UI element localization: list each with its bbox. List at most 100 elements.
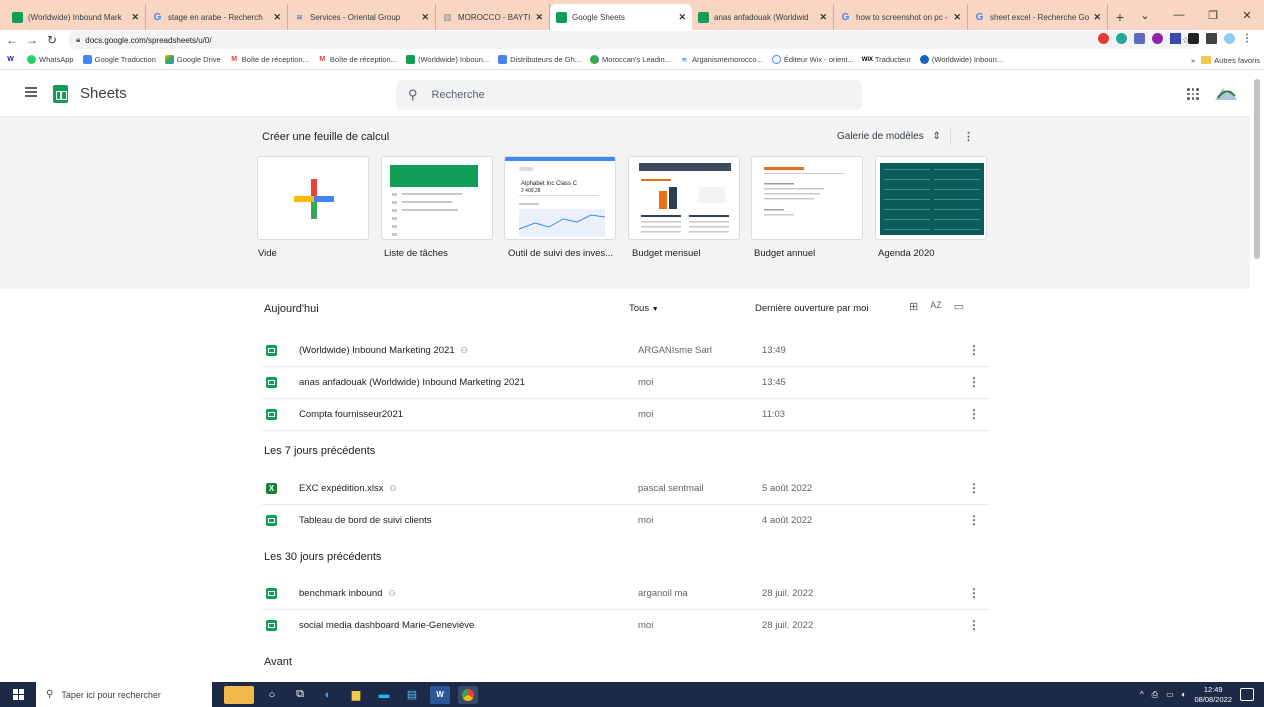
sidepanel-icon[interactable]: [1206, 33, 1217, 44]
close-tab-icon[interactable]: ✕: [819, 12, 827, 23]
edge-icon[interactable]: ◐: [318, 686, 338, 704]
grid-view-icon[interactable]: ⊞: [909, 300, 918, 313]
restore-button[interactable]: ❐: [1196, 9, 1230, 22]
word-icon[interactable]: W: [430, 685, 450, 704]
file-more-icon[interactable]: ⋮: [968, 343, 980, 357]
chrome-menu-icon[interactable]: ⋮: [1242, 33, 1252, 44]
close-tab-icon[interactable]: ✕: [421, 12, 429, 23]
forward-icon[interactable]: →: [24, 33, 40, 47]
bookmark-item[interactable]: Google Drive: [164, 55, 221, 64]
search-input[interactable]: ⚲ Recherche: [396, 80, 862, 110]
bookmark-item[interactable]: Google Traduction: [82, 55, 156, 64]
file-row[interactable]: (Worldwide) Inbound Marketing 2021 ⚇ ARGA…: [262, 335, 990, 367]
browser-tab[interactable]: G sheet excel - Recherche Go ✕: [968, 4, 1108, 30]
page-scrollbar[interactable]: [1250, 71, 1264, 682]
close-tab-icon[interactable]: ✕: [535, 12, 543, 23]
other-bookmarks[interactable]: » Autres favoris: [1184, 50, 1260, 69]
close-tab-icon[interactable]: ✕: [678, 12, 686, 23]
vpn-extension-icon[interactable]: [1170, 33, 1181, 44]
bookmark-item[interactable]: Éditeur Wix - orient...: [771, 55, 854, 64]
grammarly-extension-icon[interactable]: [1116, 33, 1127, 44]
close-tab-icon[interactable]: ✕: [273, 12, 281, 23]
volume-icon[interactable]: 🔈︎: [1182, 690, 1187, 700]
network-icon[interactable]: ▭: [1166, 690, 1174, 699]
back-icon[interactable]: ←: [4, 33, 20, 47]
template-gallery-button[interactable]: Galerie de modèles ⇕: [837, 131, 941, 142]
owner-filter-dropdown[interactable]: Tous ▼: [629, 303, 659, 314]
opera-extension-icon[interactable]: [1098, 33, 1109, 44]
windows-start-button[interactable]: [0, 682, 36, 707]
scrollbar-thumb[interactable]: [1254, 79, 1260, 259]
extension-icon[interactable]: [1134, 33, 1145, 44]
bookmark-item[interactable]: WIX Traducteur: [862, 55, 911, 64]
mail-icon[interactable]: ▤: [402, 686, 422, 704]
folder-picker-icon[interactable]: ▭: [954, 300, 964, 313]
file-row[interactable]: Compta fournisseur2021 moi 11:03 ⋮: [262, 399, 990, 431]
more-bookmarks-icon[interactable]: »: [1191, 56, 1195, 65]
close-tab-icon[interactable]: ✕: [953, 12, 961, 23]
close-tab-icon[interactable]: ✕: [1093, 12, 1101, 23]
bookmark-item[interactable]: Distributeurs de Gh...: [498, 55, 581, 64]
bookmark-item[interactable]: Moroccan's Leadin...: [590, 55, 671, 64]
file-more-icon[interactable]: ⋮: [968, 407, 980, 421]
bookmark-item[interactable]: (Worldwide) Inboun...: [919, 55, 1003, 64]
browser-tab[interactable]: G how to screenshot on pc - ✕: [834, 4, 968, 30]
bookmark-item[interactable]: WhatsApp: [27, 55, 74, 64]
main-menu-icon[interactable]: [25, 87, 37, 97]
sort-az-icon[interactable]: AZ: [930, 300, 942, 313]
file-row[interactable]: anas anfadouak (Worldwide) Inbound Marke…: [262, 367, 990, 399]
file-more-icon[interactable]: ⋮: [968, 513, 980, 527]
file-more-icon[interactable]: ⋮: [968, 481, 980, 495]
file-row[interactable]: social media dashboard Marie-Geneviève m…: [262, 610, 990, 642]
bookmark-item[interactable]: ≋ Arganismemorocco...: [680, 55, 763, 64]
file-row[interactable]: Tableau de bord de suivi clients moi 4 a…: [262, 505, 990, 537]
browser-tab[interactable]: G stage en arabe - Recherch ✕: [146, 4, 288, 30]
file-more-icon[interactable]: ⋮: [968, 375, 980, 389]
file-more-icon[interactable]: ⋮: [968, 618, 980, 632]
bookmark-item[interactable]: M Boîte de réception...: [230, 55, 309, 64]
close-window-button[interactable]: ✕: [1230, 9, 1264, 22]
url-field[interactable]: 🔒︎ docs.google.com/spreadsheets/u/0/ ⇪ ☆: [68, 31, 1198, 49]
file-row[interactable]: X EXC expédition.xlsx ⚇ pascal sentmail 5…: [262, 473, 990, 505]
browser-tab-active[interactable]: Google Sheets ✕: [550, 4, 692, 30]
taskbar-search-input[interactable]: ⚲ Taper ici pour rechercher: [36, 682, 212, 707]
reload-icon[interactable]: ↻: [44, 33, 60, 47]
template-card-investment[interactable]: Alphabet Inc Class C 2 409,28: [504, 156, 616, 240]
tray-chevron-icon[interactable]: ^: [1140, 690, 1144, 699]
file-row[interactable]: benchmark inbound ⚇ arganoil ma 28 juil. …: [262, 578, 990, 610]
minimize-button[interactable]: —: [1162, 9, 1196, 21]
browser-tab[interactable]: ▥ MOROCCO - BAYTI: UNESC ✕: [436, 4, 550, 30]
chrome-icon[interactable]: [458, 685, 478, 704]
bookmark-item[interactable]: (Worldwide) Inboun...: [405, 55, 489, 64]
browser-tab[interactable]: (Worldwide) Inbound Mark ✕: [6, 4, 146, 30]
google-apps-icon[interactable]: [1187, 88, 1199, 100]
extension-icon[interactable]: [1152, 33, 1163, 44]
sheets-logo-icon[interactable]: [53, 85, 68, 103]
sort-by-button[interactable]: Dernière ouverture par moi: [755, 303, 869, 314]
account-avatar[interactable]: [1213, 82, 1239, 104]
bookmark-item[interactable]: M Boîte de réception...: [318, 55, 397, 64]
browser-tab[interactable]: anas anfadouak (Worldwid ✕: [692, 4, 834, 30]
cortana-icon[interactable]: ○: [262, 686, 282, 704]
template-card-monthly-budget[interactable]: [628, 156, 740, 240]
task-view-icon[interactable]: ⧉: [290, 686, 310, 704]
template-card-blank[interactable]: [257, 156, 369, 240]
browser-tab[interactable]: ≋ Services - Oriental Group ✕: [288, 4, 436, 30]
bookmark-item[interactable]: W: [6, 55, 18, 64]
more-options-icon[interactable]: ⋮: [963, 130, 974, 143]
template-card-todo[interactable]: [381, 156, 493, 240]
store-icon[interactable]: ▬: [374, 686, 394, 704]
file-explorer-icon[interactable]: ▆: [346, 686, 366, 704]
tab-search-icon[interactable]: ⌄: [1128, 9, 1162, 22]
gallery-title: Créer une feuille de calcul: [262, 131, 390, 143]
notification-center-icon[interactable]: [1240, 688, 1254, 701]
template-card-annual-budget[interactable]: [751, 156, 863, 240]
template-card-agenda[interactable]: [875, 156, 987, 240]
profile-avatar-icon[interactable]: [1224, 33, 1235, 44]
tray-device-icon[interactable]: ⎙: [1152, 690, 1158, 700]
puzzle-icon[interactable]: [1188, 33, 1199, 44]
close-tab-icon[interactable]: ✕: [131, 12, 139, 23]
taskbar-clock[interactable]: 12:49 08/08/2022: [1194, 685, 1232, 705]
widgets-icon[interactable]: [224, 685, 254, 704]
file-more-icon[interactable]: ⋮: [968, 586, 980, 600]
